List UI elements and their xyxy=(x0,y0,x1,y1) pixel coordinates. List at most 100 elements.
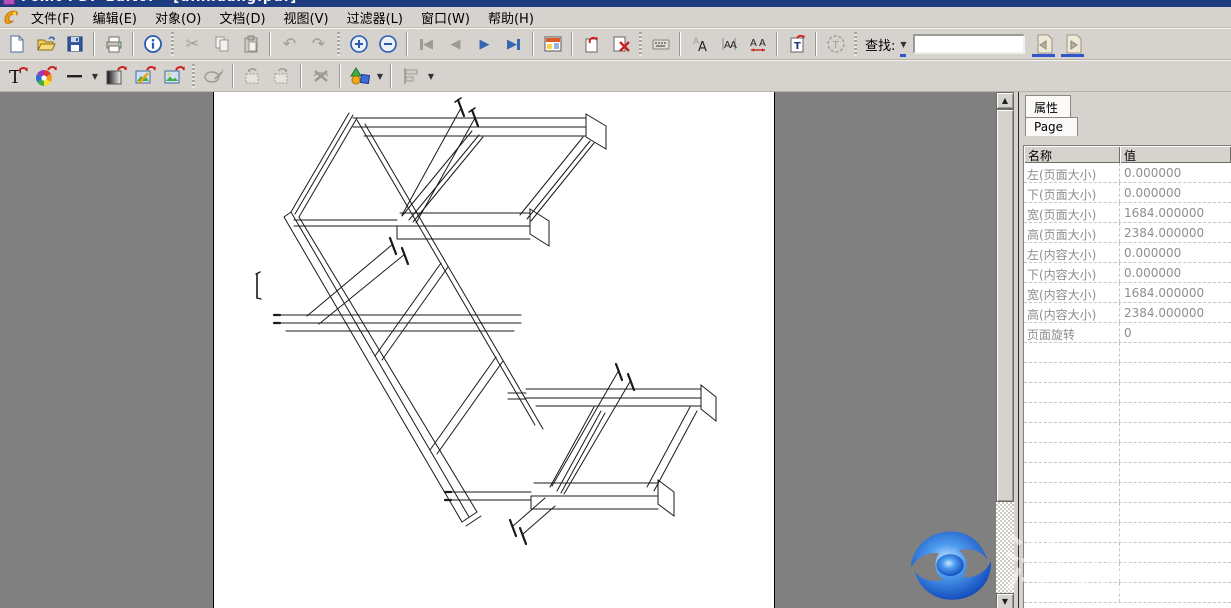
pdf-page[interactable] xyxy=(213,92,775,608)
property-row[interactable] xyxy=(1024,483,1231,503)
text-tool-button[interactable]: T xyxy=(2,62,31,90)
property-value[interactable]: 2384.000000 xyxy=(1120,303,1231,322)
property-value[interactable] xyxy=(1120,563,1231,582)
property-value[interactable] xyxy=(1120,383,1231,402)
insert-shapes-dropdown[interactable]: ▼ xyxy=(374,62,386,90)
property-value[interactable]: 0.000000 xyxy=(1120,163,1231,182)
add-text-page-button[interactable]: T xyxy=(782,30,811,58)
align-objects-dropdown[interactable]: ▼ xyxy=(425,62,437,90)
scroll-down-button[interactable]: ▼ xyxy=(996,593,1014,608)
menu-item[interactable]: 对象(O) xyxy=(146,10,210,30)
document-info-button[interactable] xyxy=(138,30,167,58)
value-column-header[interactable]: 值 xyxy=(1120,146,1231,163)
property-value[interactable]: 2384.000000 xyxy=(1120,223,1231,242)
kerning-button[interactable]: AA xyxy=(714,30,743,58)
first-page-button[interactable]: ◀ xyxy=(412,30,441,58)
last-page-button[interactable]: ▶ xyxy=(499,30,528,58)
insert-image-button[interactable] xyxy=(159,62,188,90)
property-value[interactable] xyxy=(1120,503,1231,522)
property-row[interactable]: 左(页面大小)0.000000 xyxy=(1024,163,1231,183)
property-value[interactable] xyxy=(1120,423,1231,442)
page-layout-button[interactable] xyxy=(538,30,567,58)
property-value[interactable] xyxy=(1120,343,1231,362)
property-row[interactable]: 宽(页面大小)1684.000000 xyxy=(1024,203,1231,223)
property-value[interactable] xyxy=(1120,583,1231,602)
toolbar-grip[interactable] xyxy=(639,32,642,56)
toolbar-grip[interactable] xyxy=(171,32,174,56)
property-value[interactable] xyxy=(1120,523,1231,542)
property-row[interactable]: 下(页面大小)0.000000 xyxy=(1024,183,1231,203)
find-next-button[interactable] xyxy=(1058,30,1087,58)
rotate-selection-left-button[interactable] xyxy=(238,62,267,90)
property-value[interactable]: 0.000000 xyxy=(1120,183,1231,202)
property-row[interactable] xyxy=(1024,523,1231,543)
keyboard-button[interactable] xyxy=(646,30,675,58)
rotate-page-button[interactable] xyxy=(577,30,606,58)
redo-button[interactable]: ↷ xyxy=(304,30,333,58)
menu-item[interactable]: 视图(V) xyxy=(275,10,338,30)
property-row[interactable]: 高(页面大小)2384.000000 xyxy=(1024,223,1231,243)
next-page-button[interactable]: ▶ xyxy=(470,30,499,58)
delete-page-button[interactable] xyxy=(606,30,635,58)
delete-object-button[interactable] xyxy=(306,62,335,90)
property-row[interactable] xyxy=(1024,443,1231,463)
copy-button[interactable] xyxy=(207,30,236,58)
property-row[interactable]: 高(内容大小)2384.000000 xyxy=(1024,303,1231,323)
save-button[interactable] xyxy=(60,30,89,58)
property-value[interactable]: 1684.000000 xyxy=(1120,283,1231,302)
property-row[interactable] xyxy=(1024,463,1231,483)
property-value[interactable]: 0.000000 xyxy=(1120,263,1231,282)
toolbar-grip[interactable] xyxy=(854,32,857,56)
property-row[interactable] xyxy=(1024,563,1231,583)
cut-button[interactable]: ✂ xyxy=(178,30,207,58)
property-value[interactable] xyxy=(1120,363,1231,382)
rotate-selection-right-button[interactable] xyxy=(267,62,296,90)
menu-item[interactable]: 编辑(E) xyxy=(84,10,146,30)
page-tab[interactable]: Page xyxy=(1025,117,1078,136)
open-file-button[interactable] xyxy=(31,30,60,58)
edit-shape-button[interactable] xyxy=(199,62,228,90)
text-circle-button[interactable]: T xyxy=(821,30,850,58)
zoom-in-button[interactable] xyxy=(344,30,373,58)
insert-shapes-button[interactable] xyxy=(345,62,374,90)
font-button[interactable]: AA xyxy=(685,30,714,58)
property-value[interactable]: 0 xyxy=(1120,323,1231,342)
new-document-button[interactable] xyxy=(2,30,31,58)
property-row[interactable]: 页面旋转0 xyxy=(1024,323,1231,343)
property-value[interactable] xyxy=(1120,443,1231,462)
property-row[interactable] xyxy=(1024,503,1231,523)
find-input[interactable] xyxy=(913,34,1025,54)
property-row[interactable] xyxy=(1024,383,1231,403)
line-style-button[interactable] xyxy=(60,62,89,90)
property-row[interactable]: 下(内容大小)0.000000 xyxy=(1024,263,1231,283)
property-value[interactable]: 1684.000000 xyxy=(1120,203,1231,222)
toolbar-grip[interactable] xyxy=(192,64,195,88)
property-value[interactable]: 0.000000 xyxy=(1120,243,1231,262)
char-spacing-button[interactable]: AA xyxy=(743,30,772,58)
menu-item[interactable]: 文档(D) xyxy=(210,10,274,30)
name-column-header[interactable]: 名称 xyxy=(1024,146,1120,163)
paste-button[interactable] xyxy=(236,30,265,58)
toolbar-grip[interactable] xyxy=(337,32,340,56)
property-row[interactable] xyxy=(1024,583,1231,603)
property-value[interactable] xyxy=(1120,463,1231,482)
property-value[interactable] xyxy=(1120,483,1231,502)
vertical-scrollbar[interactable]: ▲ ▼ xyxy=(996,92,1014,608)
previous-page-button[interactable]: ◀ xyxy=(441,30,470,58)
color-wheel-button[interactable] xyxy=(31,62,60,90)
menu-item[interactable]: 窗口(W) xyxy=(412,10,479,30)
property-row[interactable] xyxy=(1024,423,1231,443)
undo-button[interactable]: ↶ xyxy=(275,30,304,58)
property-row[interactable] xyxy=(1024,343,1231,363)
print-button[interactable] xyxy=(99,30,128,58)
find-dropdown[interactable]: ▼ xyxy=(897,30,909,58)
property-row[interactable] xyxy=(1024,403,1231,423)
line-style-dropdown[interactable]: ▼ xyxy=(89,62,101,90)
gradient-fill-button[interactable] xyxy=(101,62,130,90)
scrollbar-thumb[interactable] xyxy=(996,109,1014,502)
property-row[interactable]: 宽(内容大小)1684.000000 xyxy=(1024,283,1231,303)
scroll-up-button[interactable]: ▲ xyxy=(996,92,1014,109)
property-row[interactable] xyxy=(1024,543,1231,563)
property-value[interactable] xyxy=(1120,543,1231,562)
property-row[interactable] xyxy=(1024,363,1231,383)
